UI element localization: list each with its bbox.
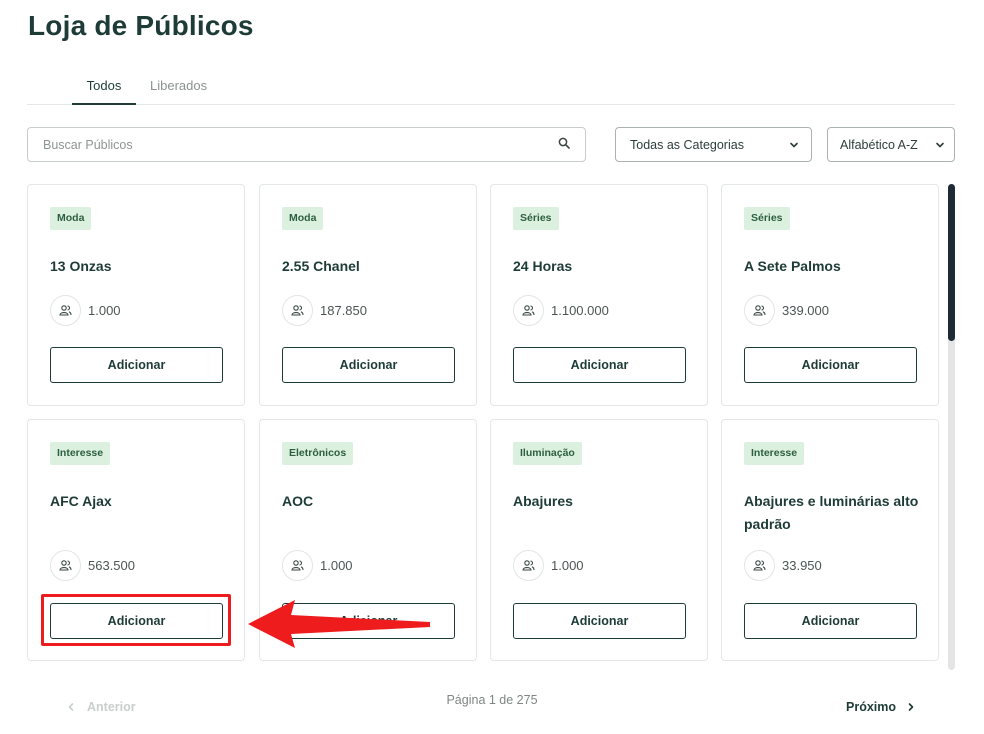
audience-card: Moda 13 Onzas 1.000 Adicionar [27, 184, 245, 406]
search-input[interactable] [28, 128, 528, 161]
audience-count: 563.500 [50, 550, 135, 581]
count-value: 1.100.000 [551, 303, 609, 318]
count-value: 563.500 [88, 558, 135, 573]
count-value: 1.000 [551, 558, 584, 573]
audience-card: Séries A Sete Palmos 339.000 Adicionar [721, 184, 939, 406]
category-select-value: Todas as Categorias [630, 137, 744, 152]
add-button[interactable]: Adicionar [282, 603, 455, 639]
audience-card: Interesse AFC Ajax 563.500 Adicionar [27, 419, 245, 661]
add-button[interactable]: Adicionar [282, 347, 455, 383]
count-value: 1.000 [320, 558, 353, 573]
add-button[interactable]: Adicionar [744, 603, 917, 639]
users-icon [744, 295, 775, 326]
category-badge: Séries [744, 207, 790, 230]
chevron-down-icon [790, 142, 798, 148]
add-button[interactable]: Adicionar [50, 603, 223, 639]
users-icon [744, 550, 775, 581]
search-box [27, 127, 586, 162]
card-title: 2.55 Chanel [282, 258, 360, 274]
category-badge: Séries [513, 207, 559, 230]
users-icon [282, 550, 313, 581]
card-title: Abajures [513, 493, 573, 509]
add-button[interactable]: Adicionar [513, 603, 686, 639]
card-title: 24 Horas [513, 258, 573, 274]
count-value: 1.000 [88, 303, 121, 318]
users-icon [50, 295, 81, 326]
tab-bar: Todos Liberados [27, 70, 955, 105]
users-icon [50, 550, 81, 581]
next-page-label: Próximo [846, 700, 897, 714]
audience-count: 339.000 [744, 295, 829, 326]
add-button[interactable]: Adicionar [744, 347, 917, 383]
card-title: AFC Ajax [50, 493, 112, 509]
users-icon [282, 295, 313, 326]
audience-card: Eletrônicos AOC 1.000 Adicionar [259, 419, 477, 661]
tab-todos[interactable]: Todos [72, 78, 136, 105]
category-badge: Moda [282, 207, 324, 230]
chevron-right-icon [908, 703, 914, 711]
card-title: AOC [282, 493, 314, 509]
add-button[interactable]: Adicionar [513, 347, 686, 383]
category-badge: Interesse [50, 442, 111, 465]
search-icon[interactable] [558, 137, 570, 149]
category-badge: Iluminação [513, 442, 582, 465]
count-value: 33.950 [782, 558, 822, 573]
audience-count: 1.100.000 [513, 295, 609, 326]
tab-liberados[interactable]: Liberados [150, 78, 207, 105]
pagination-info: Página 1 de 275 [446, 693, 538, 707]
scrollbar-thumb[interactable] [948, 184, 955, 341]
audience-card: Moda 2.55 Chanel 187.850 Adicionar [259, 184, 477, 406]
category-badge: Moda [50, 207, 92, 230]
audience-count: 1.000 [513, 550, 584, 581]
count-value: 339.000 [782, 303, 829, 318]
audience-count: 187.850 [282, 295, 367, 326]
count-value: 187.850 [320, 303, 367, 318]
audience-card: Interesse Abajures e luminárias alto pad… [721, 419, 939, 661]
sort-select-value: Alfabético A-Z [840, 137, 918, 152]
audience-count: 1.000 [50, 295, 121, 326]
card-title: A Sete Palmos [744, 258, 841, 274]
add-button[interactable]: Adicionar [50, 347, 223, 383]
card-title: 13 Onzas [50, 258, 112, 274]
next-page-button[interactable]: Próximo [846, 700, 916, 714]
category-badge: Eletrônicos [282, 442, 354, 465]
card-title: Abajures e luminárias alto padrão [744, 493, 919, 532]
page-title: Loja de Públicos [28, 10, 254, 41]
audience-count: 33.950 [744, 550, 822, 581]
audience-card: Séries 24 Horas 1.100.000 Adicionar [490, 184, 708, 406]
chevron-down-icon [936, 142, 944, 148]
sort-select[interactable]: Alfabético A-Z [827, 127, 955, 162]
audience-card: Iluminação Abajures 1.000 Adicionar [490, 419, 708, 661]
users-icon [513, 295, 544, 326]
category-badge: Interesse [744, 442, 805, 465]
audience-count: 1.000 [282, 550, 353, 581]
users-icon [513, 550, 544, 581]
category-select[interactable]: Todas as Categorias [615, 127, 812, 162]
